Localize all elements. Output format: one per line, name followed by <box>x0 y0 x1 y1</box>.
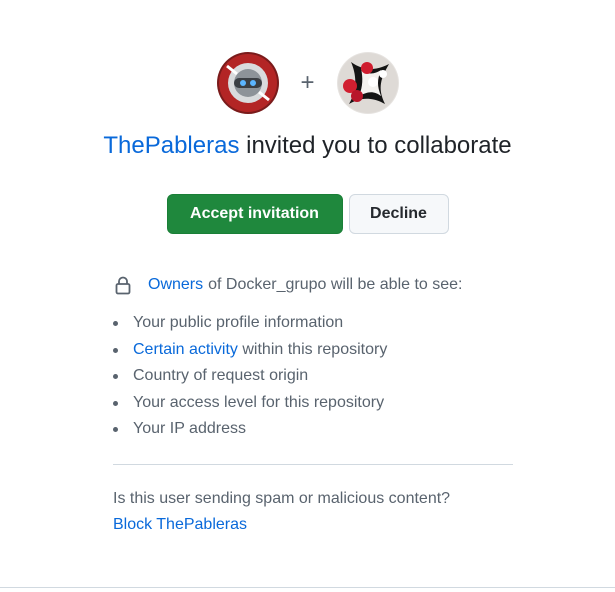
repo-owner-avatar[interactable] <box>336 52 399 114</box>
bullet-icon <box>113 374 118 379</box>
bullet-icon <box>113 427 118 432</box>
bullet-icon <box>113 321 118 326</box>
owners-link[interactable]: Owners <box>148 276 203 294</box>
flowers-avatar-icon <box>336 52 399 114</box>
permission-text: Your IP address <box>133 420 246 437</box>
decline-button[interactable]: Decline <box>348 194 449 234</box>
list-item: Your access level for this repository <box>113 390 513 417</box>
footer-divider <box>0 587 615 588</box>
permissions-section: Owners of Docker_grupo will be able to s… <box>113 272 513 443</box>
robot-avatar-icon <box>216 52 279 114</box>
permission-text: within this repository <box>242 340 388 358</box>
list-item: Your public profile information <box>113 310 513 337</box>
permission-text: Your public profile information <box>133 314 344 331</box>
avatars-row: + <box>0 52 615 114</box>
report-section: Is this user sending spam or malicious c… <box>113 486 533 538</box>
permission-text: Your access level for this repository <box>133 393 385 411</box>
block-user-link[interactable]: Block ThePableras <box>113 512 533 538</box>
headline-text: invited you to collaborate <box>246 132 512 159</box>
accept-invitation-button[interactable]: Accept invitation <box>166 194 343 234</box>
spam-question: Is this user sending spam or malicious c… <box>113 490 451 507</box>
inviter-avatar[interactable] <box>216 52 279 114</box>
section-divider <box>113 464 513 465</box>
certain-activity-link[interactable]: Certain activity <box>133 341 238 358</box>
list-item: Country of request origin <box>113 363 513 390</box>
invitation-headline: ThePableras invited you to collaborate <box>0 130 615 162</box>
list-item: Certain activity within this repository <box>113 337 513 364</box>
permissions-intro: Owners of Docker_grupo will be able to s… <box>113 272 513 298</box>
plus-sign: + <box>300 69 315 96</box>
inviter-link[interactable]: ThePableras <box>103 132 239 159</box>
list-item: Your IP address <box>113 416 513 443</box>
invitation-actions: Accept invitation Decline <box>0 194 615 234</box>
permissions-intro-text: of Docker_grupo will be able to see: <box>208 276 463 293</box>
permission-text: Country of request origin <box>133 367 309 384</box>
permissions-list: Your public profile information Certain … <box>113 310 513 443</box>
lock-icon <box>115 276 131 295</box>
bullet-icon <box>113 400 118 406</box>
bullet-icon <box>113 347 118 353</box>
